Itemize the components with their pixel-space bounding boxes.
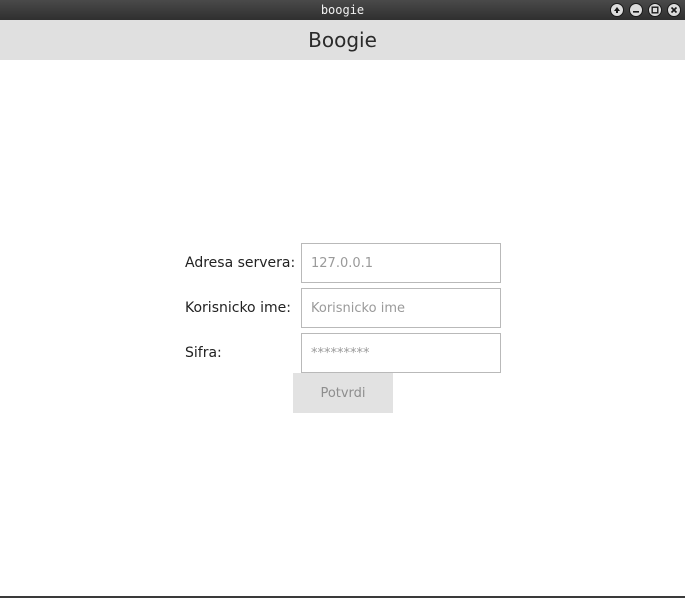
page-title: Boogie [0,20,685,60]
window-shade-button[interactable] [610,3,624,17]
window-close-button[interactable] [667,3,681,17]
arrow-up-icon [614,7,620,13]
server-address-input[interactable] [301,243,501,283]
password-label: Sifra: [185,345,222,361]
password-input[interactable] [301,333,501,373]
username-label: Korisnicko ime: [185,300,291,316]
username-input[interactable] [301,288,501,328]
window-minimize-button[interactable] [629,3,643,17]
maximize-icon [651,6,659,14]
close-icon [670,6,678,14]
minimize-icon [633,11,639,13]
window-title: boogie [320,3,365,17]
submit-button[interactable]: Potvrdi [293,373,393,413]
server-address-label: Adresa servera: [185,255,296,271]
window-titlebar[interactable]: boogie [0,0,685,20]
app-window: boogie Boogie Adresa servera: Korisnicko… [0,0,685,598]
window-maximize-button[interactable] [648,3,662,17]
